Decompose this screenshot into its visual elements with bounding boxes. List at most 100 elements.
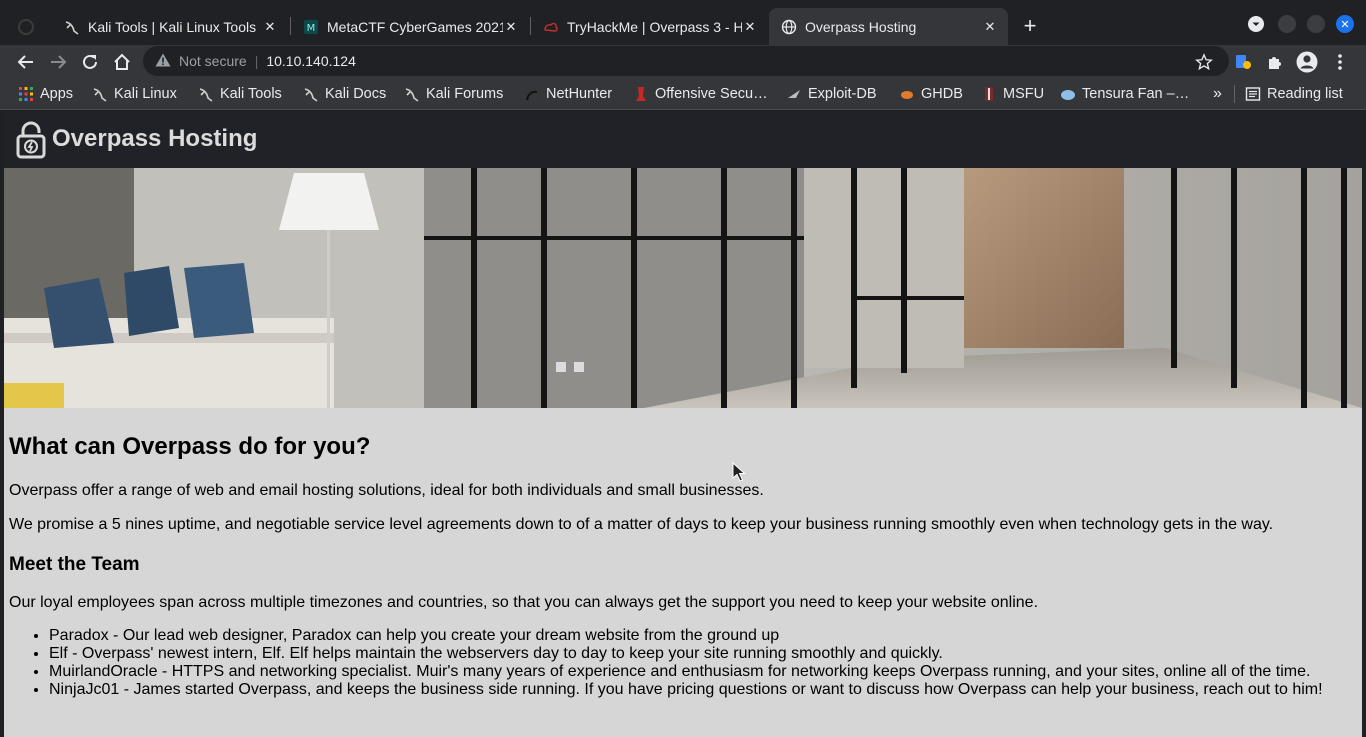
reading-list-button[interactable]: Reading list bbox=[1245, 84, 1343, 104]
metactf-icon: M bbox=[303, 19, 319, 35]
tensura-icon bbox=[1060, 86, 1076, 102]
kali-dragon-icon bbox=[92, 86, 108, 102]
bookmark-label: Offensive Secu… bbox=[655, 86, 768, 102]
team-member-item: NinjaJc01 - James started Overpass, and … bbox=[49, 681, 1349, 699]
bookmarks-overflow-button[interactable]: » bbox=[1213, 84, 1222, 104]
main-content: What can Overpass do for you? Overpass o… bbox=[9, 433, 1349, 699]
bookmark-ghdb[interactable]: GHDB bbox=[899, 84, 963, 104]
reload-icon bbox=[83, 54, 97, 69]
more-vert-icon bbox=[1338, 54, 1342, 70]
offsec-icon bbox=[633, 86, 649, 102]
bookmark-apps[interactable]: Apps bbox=[18, 84, 73, 104]
warning-icon[interactable] bbox=[155, 53, 171, 70]
reading-list-icon bbox=[1245, 86, 1261, 102]
bookmark-label: NetHunter bbox=[546, 86, 613, 102]
bookmark-label: Kali Docs bbox=[325, 86, 387, 102]
window-close-button[interactable]: ✕ bbox=[1336, 15, 1354, 33]
bookmark-star-button[interactable] bbox=[1191, 49, 1217, 75]
tab-overpass-hosting[interactable]: Overpass Hosting ✕ bbox=[769, 8, 1008, 45]
msfu-icon bbox=[981, 86, 997, 102]
team-heading: Meet the Team bbox=[9, 554, 140, 575]
tab-kali-tools[interactable]: Kali Tools | Kali Linux Tools ✕ bbox=[52, 8, 288, 45]
tab-title: MetaCTF CyberGames 2021 bbox=[327, 18, 503, 35]
bookmark-label: Kali Linux bbox=[114, 86, 177, 102]
browser-toolbar: Not secure | 10.10.140.124 bbox=[0, 45, 1366, 78]
apps-grid-icon bbox=[18, 86, 34, 102]
address-divider: | bbox=[254, 53, 259, 69]
kali-dragon-icon bbox=[198, 86, 214, 102]
tab-search-dropdown-icon[interactable] bbox=[1247, 15, 1265, 33]
globe-icon bbox=[781, 19, 797, 35]
bookmark-tensura-fan[interactable]: Tensura Fan –… bbox=[1060, 84, 1189, 104]
team-member-item: MuirlandOracle - HTTPS and networking sp… bbox=[49, 663, 1349, 681]
extensions-menu-button[interactable] bbox=[1262, 49, 1288, 75]
bookmark-nethunter[interactable]: NetHunter bbox=[524, 84, 612, 104]
site-title: Overpass Hosting bbox=[52, 125, 258, 152]
profile-button[interactable] bbox=[1294, 49, 1320, 75]
web-page: Overpass Hosting What can Overpass do fo… bbox=[4, 111, 1362, 737]
close-icon[interactable]: ✕ bbox=[262, 19, 278, 35]
chevron-double-right-icon: » bbox=[1213, 85, 1222, 102]
close-icon[interactable]: ✕ bbox=[982, 19, 998, 35]
mouse-cursor-icon bbox=[732, 461, 746, 487]
kali-dragon-icon bbox=[404, 86, 420, 102]
star-icon bbox=[1195, 53, 1213, 71]
close-icon[interactable]: ✕ bbox=[503, 19, 519, 35]
security-label[interactable]: Not secure bbox=[179, 53, 247, 69]
minimize-button[interactable] bbox=[1278, 15, 1296, 33]
hero-office-image bbox=[4, 168, 1362, 408]
puzzle-icon bbox=[1269, 57, 1281, 69]
address-bar[interactable]: Not secure | 10.10.140.124 bbox=[143, 46, 1229, 76]
url-text[interactable]: 10.10.140.124 bbox=[266, 53, 356, 69]
forward-arrow-icon bbox=[51, 55, 67, 69]
team-member-item: Elf - Overpass' newest intern, Elf. Elf … bbox=[49, 645, 1349, 663]
github-icon bbox=[18, 18, 34, 35]
bookmark-label: GHDB bbox=[921, 86, 963, 102]
bookmark-msfu[interactable]: MSFU bbox=[981, 84, 1044, 104]
bookmarks-bar: Apps Kali Linux Kali Tools Kali Docs Kal… bbox=[0, 78, 1366, 110]
nethunter-icon bbox=[524, 86, 540, 102]
reading-list-label: Reading list bbox=[1267, 86, 1343, 102]
tab-tryhackme[interactable]: TryHackMe | Overpass 3 - Hosting ✕ bbox=[531, 8, 768, 45]
site-header: Overpass Hosting bbox=[4, 111, 1362, 168]
back-button[interactable] bbox=[13, 49, 39, 75]
tab-title: TryHackMe | Overpass 3 - Hosting bbox=[567, 18, 742, 35]
promise-paragraph: We promise a 5 nines uptime, and negotia… bbox=[9, 516, 1274, 533]
forward-button[interactable] bbox=[45, 49, 71, 75]
profile-avatar-icon bbox=[1296, 51, 1318, 73]
bookmark-label: Apps bbox=[40, 86, 74, 102]
bookmark-kali-docs[interactable]: Kali Docs bbox=[303, 84, 386, 104]
padlock-logo-icon bbox=[16, 121, 48, 159]
bookmark-label: Kali Forums bbox=[426, 86, 504, 102]
tab-title: Overpass Hosting bbox=[805, 18, 917, 35]
bookmark-label: Kali Tools bbox=[220, 86, 282, 102]
extension-shield-icon bbox=[1236, 55, 1251, 69]
maximize-button[interactable] bbox=[1307, 15, 1325, 33]
bookmark-offensive-security[interactable]: Offensive Secu… bbox=[633, 84, 768, 104]
extension-button[interactable] bbox=[1230, 49, 1256, 75]
tab-strip: Kali Tools | Kali Linux Tools ✕ M MetaCT… bbox=[0, 0, 1366, 45]
exploitdb-icon bbox=[786, 86, 802, 102]
team-intro-paragraph: Our loyal employees span across multiple… bbox=[9, 594, 1039, 611]
kali-dragon-icon bbox=[64, 19, 80, 35]
tryhackme-icon bbox=[543, 19, 559, 35]
new-tab-button[interactable]: + bbox=[1019, 13, 1041, 38]
bookmark-exploit-db[interactable]: Exploit-DB bbox=[786, 84, 877, 104]
kali-dragon-icon bbox=[303, 86, 319, 102]
bookmark-kali-tools[interactable]: Kali Tools bbox=[198, 84, 282, 104]
bookmarks-divider bbox=[1234, 85, 1235, 103]
browser-menu-button[interactable] bbox=[1327, 49, 1353, 75]
home-button[interactable] bbox=[109, 49, 135, 75]
intro-paragraph: Overpass offer a range of web and email … bbox=[9, 482, 764, 499]
bookmark-label: MSFU bbox=[1003, 86, 1045, 102]
tab-search-button[interactable] bbox=[18, 8, 38, 45]
bookmark-kali-linux[interactable]: Kali Linux bbox=[92, 84, 177, 104]
ghdb-icon bbox=[899, 86, 915, 102]
back-arrow-icon bbox=[17, 55, 33, 69]
home-icon bbox=[114, 53, 130, 70]
tab-metactf[interactable]: M MetaCTF CyberGames 2021 ✕ bbox=[291, 8, 529, 45]
bookmark-kali-forums[interactable]: Kali Forums bbox=[404, 84, 503, 104]
team-member-item: Paradox - Our lead web designer, Paradox… bbox=[49, 627, 1349, 645]
reload-button[interactable] bbox=[77, 49, 103, 75]
close-icon[interactable]: ✕ bbox=[742, 19, 758, 35]
